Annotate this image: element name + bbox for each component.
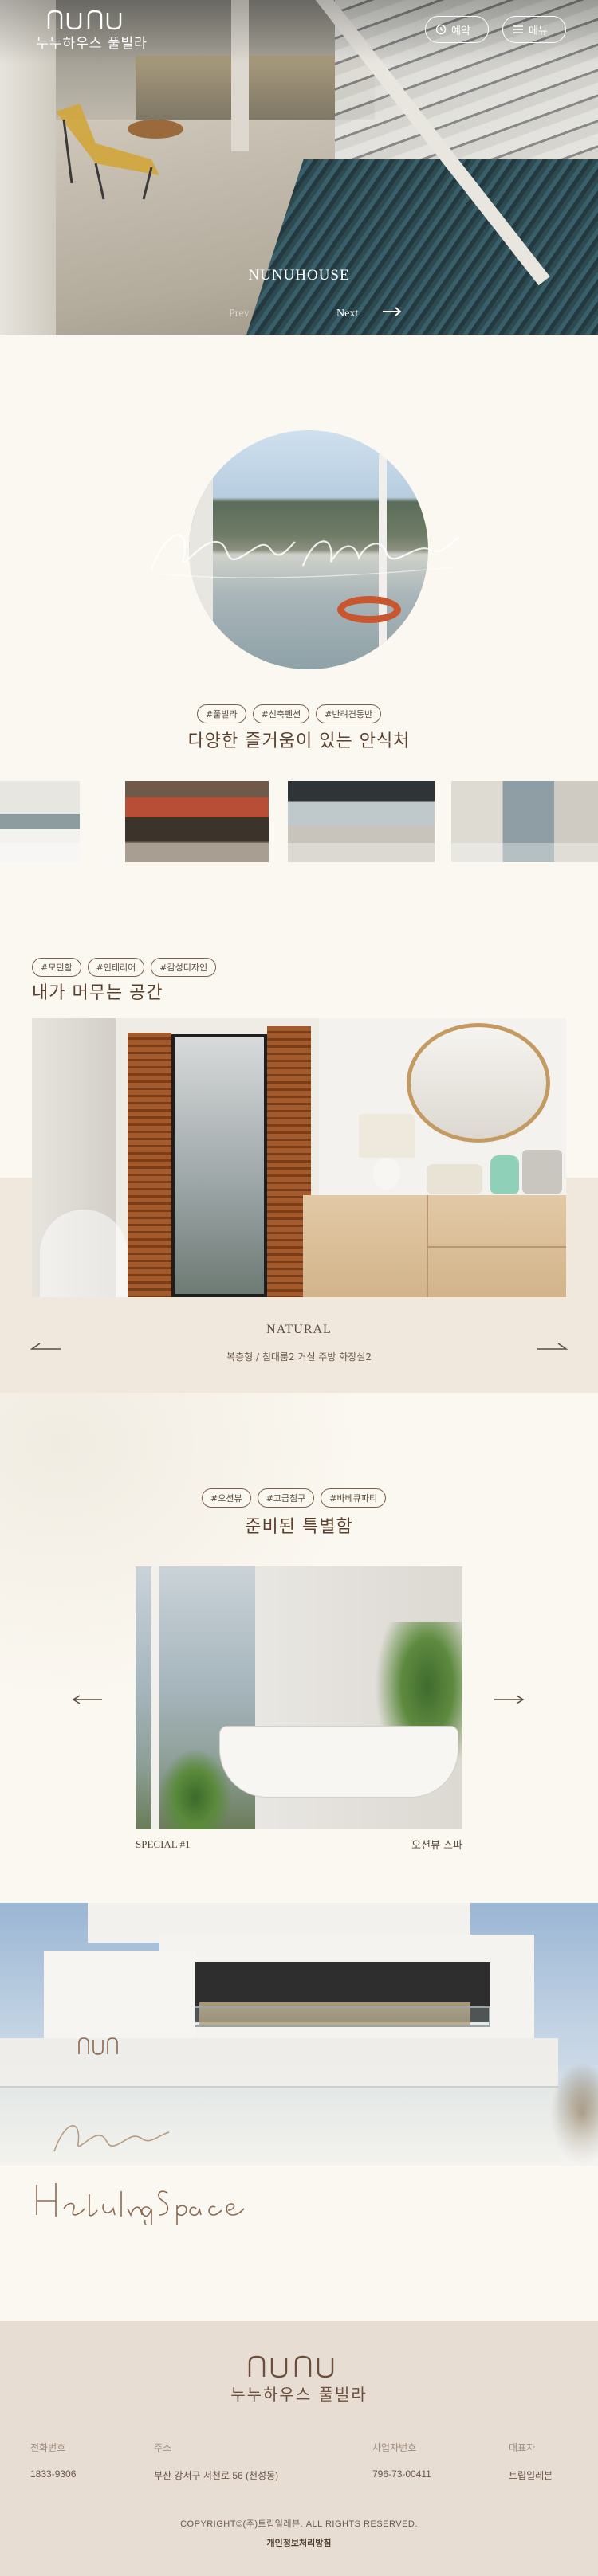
tag: #바베큐파티: [321, 1488, 387, 1508]
space-tags: #모던함 #인테리어 #감성디자인: [32, 958, 217, 977]
footer-representative: 대표자 트립일레븐: [509, 2442, 553, 2481]
intro-circle-photo: [189, 430, 428, 669]
lounge-chair-image: [56, 104, 159, 200]
site-header: 누누하우스 풀빌라 예약 메뉴: [0, 0, 598, 64]
tag: #반려견동반: [316, 704, 382, 723]
footer-logo[interactable]: 누누하우스 풀빌라: [0, 2353, 598, 2405]
hero-next-button[interactable]: Next: [336, 308, 358, 320]
room-name: NATURAL: [266, 1323, 332, 1336]
site-logo[interactable]: 누누하우스 풀빌라: [32, 8, 151, 52]
footer-logo-text: 누누하우스 풀빌라: [230, 2385, 368, 2404]
reserve-label: 예약: [451, 25, 470, 37]
healing-space-script-graphic: [36, 2183, 245, 2225]
footer-business-number: 사업자번호 796-73-00411: [372, 2442, 431, 2480]
gallery-image[interactable]: [0, 781, 80, 862]
special-tags: #오션뷰 #고급침구 #바베큐파티: [202, 1488, 387, 1508]
arrow-right-icon[interactable]: [381, 306, 403, 317]
page: 누누하우스 풀빌라 예약 메뉴 NUNUHOUSE Prev Next #풀빌라…: [0, 0, 598, 2576]
footer-address: 주소 부산 강서구 서천로 56 (천성동): [154, 2442, 279, 2481]
nunu-logo-mark: [47, 10, 122, 30]
hero-prev-button[interactable]: Prev: [229, 308, 250, 320]
logo-text: 누누하우스 풀빌라: [36, 36, 148, 52]
menu-label: 메뉴: [529, 25, 548, 37]
script-lettering-small: [53, 2125, 170, 2152]
mirror-image: [407, 1023, 550, 1143]
room-description: 복층형 / 침대룸2 거실 주방 화장실2: [226, 1351, 372, 1362]
copyright-text: COPYRIGHT©(주)트립일레븐. ALL RIGHTS RESERVED.: [180, 2519, 418, 2529]
nunu-logo-mark: [248, 2355, 334, 2378]
bathtub-image: [219, 1726, 458, 1798]
gallery-image[interactable]: [451, 781, 598, 862]
tag: #인테리어: [87, 958, 145, 977]
special-title: 준비된 특별함: [245, 1517, 353, 1537]
hamburger-icon: [513, 25, 524, 34]
building-logo-sign: [78, 2037, 118, 2055]
menu-button[interactable]: 메뉴: [502, 16, 566, 43]
gallery-image[interactable]: [125, 781, 269, 862]
pool-tube-image: [337, 596, 401, 623]
tag: #신축펜션: [252, 704, 310, 723]
space-title: 내가 머무는 공간: [32, 983, 163, 1003]
tag: #고급침구: [257, 1488, 315, 1508]
special-photo: [136, 1566, 462, 1829]
tag: #오션뷰: [202, 1488, 251, 1508]
site-footer: 누누하우스 풀빌라 전화번호 1833-9306 주소 부산 강서구 서천로 5…: [0, 2321, 598, 2576]
tag: #감성디자인: [151, 958, 217, 977]
special-next-arrow-icon[interactable]: [493, 1694, 525, 1705]
intro-title: 다양한 즐거움이 있는 안식처: [187, 731, 411, 751]
reserve-button[interactable]: 예약: [425, 16, 489, 43]
footer-phone: 전화번호 1833-9306: [30, 2442, 77, 2480]
room-photo: [32, 1018, 566, 1297]
special-prev-arrow-icon[interactable]: [72, 1694, 104, 1705]
hero-title: NUNUHOUSE: [248, 267, 350, 284]
special-caption-number: SPECIAL #1: [136, 1838, 191, 1850]
gallery-image[interactable]: [288, 781, 435, 862]
tag: #풀빌라: [197, 704, 246, 723]
intro-tags: #풀빌라 #신축펜션 #반려견동반: [197, 704, 382, 723]
special-caption-title: 오션뷰 스파: [411, 1840, 462, 1852]
clock-icon: [435, 24, 447, 35]
tag: #모던함: [32, 958, 81, 977]
slider-next-arrow-icon[interactable]: [536, 1341, 568, 1352]
privacy-policy-link[interactable]: 개인정보처리방침: [0, 2536, 598, 2549]
